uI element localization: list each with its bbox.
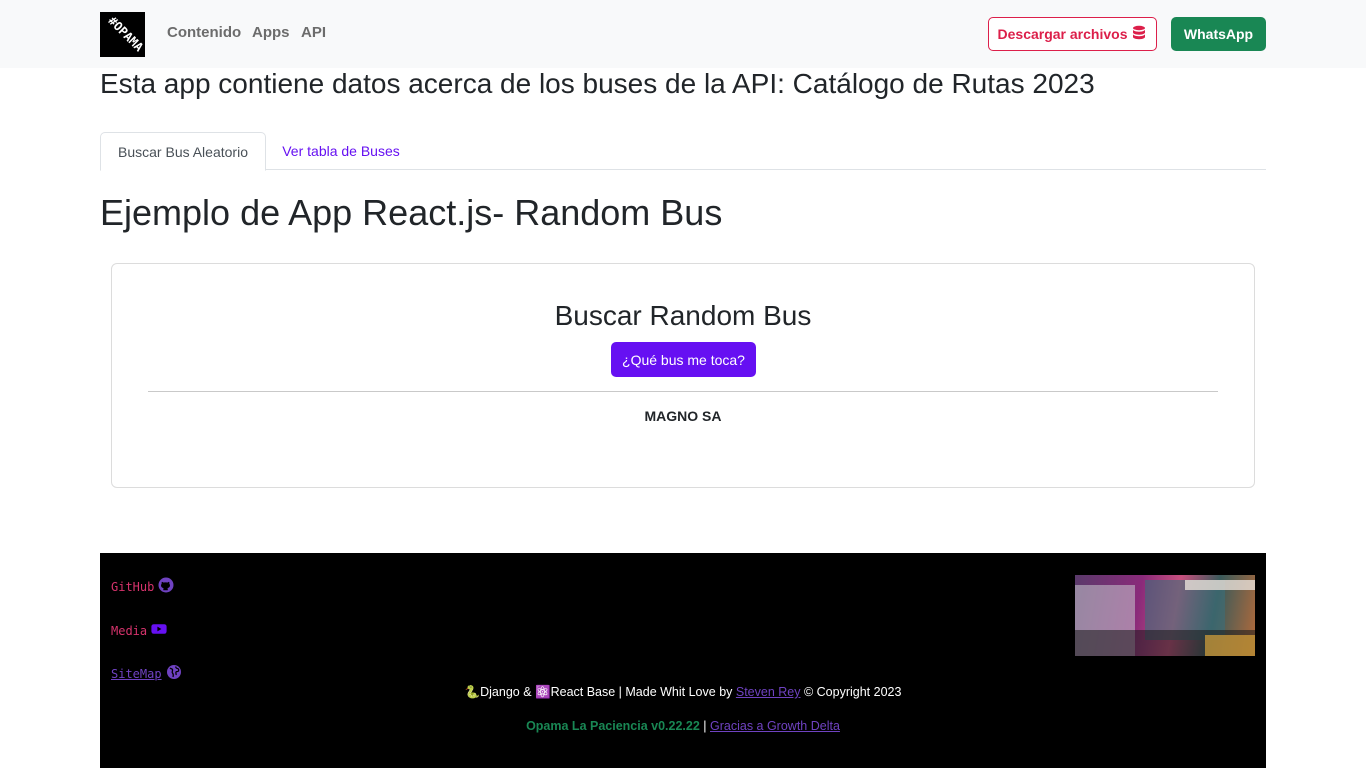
- github-icon: [158, 577, 174, 596]
- footer-thanks-link[interactable]: Gracias a Growth Delta: [710, 719, 840, 733]
- footer-link-media-label: Media: [111, 623, 148, 638]
- tab-buscar-bus-aleatorio[interactable]: Buscar Bus Aleatorio: [100, 132, 266, 171]
- footer: GitHub Media SiteMap 🐍Django & ⚛️React B…: [100, 553, 1266, 768]
- page-heading: Esta app contiene datos acerca de los bu…: [100, 68, 1095, 99]
- brand-logo-text: #OPAMA: [105, 13, 145, 55]
- random-bus-button[interactable]: ¿Qué bus me toca?: [611, 342, 756, 377]
- tab-ver-tabla-de-buses[interactable]: Ver tabla de Buses: [266, 132, 416, 170]
- brand-logo[interactable]: #OPAMA: [100, 12, 145, 57]
- download-files-button[interactable]: Descargar archivos: [988, 17, 1157, 51]
- footer-link-sitemap-label: SiteMap: [111, 666, 162, 681]
- card-title: Buscar Random Bus: [554, 300, 812, 331]
- section-title: Ejemplo de App React.js- Random Bus: [100, 192, 723, 233]
- download-files-label: Descargar archivos: [997, 26, 1128, 42]
- top-navbar: #OPAMA Contenido Apps API Descargar arch…: [0, 0, 1366, 68]
- footer-link-github-label: GitHub: [111, 579, 155, 594]
- footer-version-line: Opama La Paciencia v0.22.22 | Gracias a …: [100, 719, 1266, 733]
- database-icon: [1131, 25, 1147, 44]
- card-divider: [148, 391, 1218, 392]
- footer-credit-suffix: © Copyright 2023: [800, 685, 902, 699]
- footer-link-media[interactable]: Media: [111, 621, 167, 640]
- tabs-bar: Buscar Bus Aleatorio Ver tabla de Buses: [100, 132, 1266, 171]
- footer-credit-prefix: 🐍Django & ⚛️React Base | Made Whit Love …: [464, 685, 736, 699]
- random-bus-card: Buscar Random Bus ¿Qué bus me toca? MAGN…: [111, 263, 1255, 488]
- footer-credit: 🐍Django & ⚛️React Base | Made Whit Love …: [100, 685, 1266, 700]
- nav-link-apps[interactable]: Apps: [252, 24, 290, 41]
- globe-icon: [166, 664, 182, 683]
- footer-link-sitemap[interactable]: SiteMap: [111, 664, 182, 683]
- footer-version-separator: |: [699, 719, 710, 733]
- youtube-icon: [151, 621, 167, 640]
- footer-link-github[interactable]: GitHub: [111, 577, 174, 596]
- whatsapp-button[interactable]: WhatsApp: [1171, 17, 1266, 51]
- bus-result: MAGNO SA: [644, 408, 722, 424]
- nav-link-contenido[interactable]: Contenido: [167, 24, 241, 41]
- nav-link-api[interactable]: API: [301, 24, 326, 41]
- footer-version: Opama La Paciencia v0.22.22: [526, 719, 700, 733]
- footer-bus-image: [1075, 575, 1255, 656]
- footer-author-link[interactable]: Steven Rey: [736, 685, 801, 699]
